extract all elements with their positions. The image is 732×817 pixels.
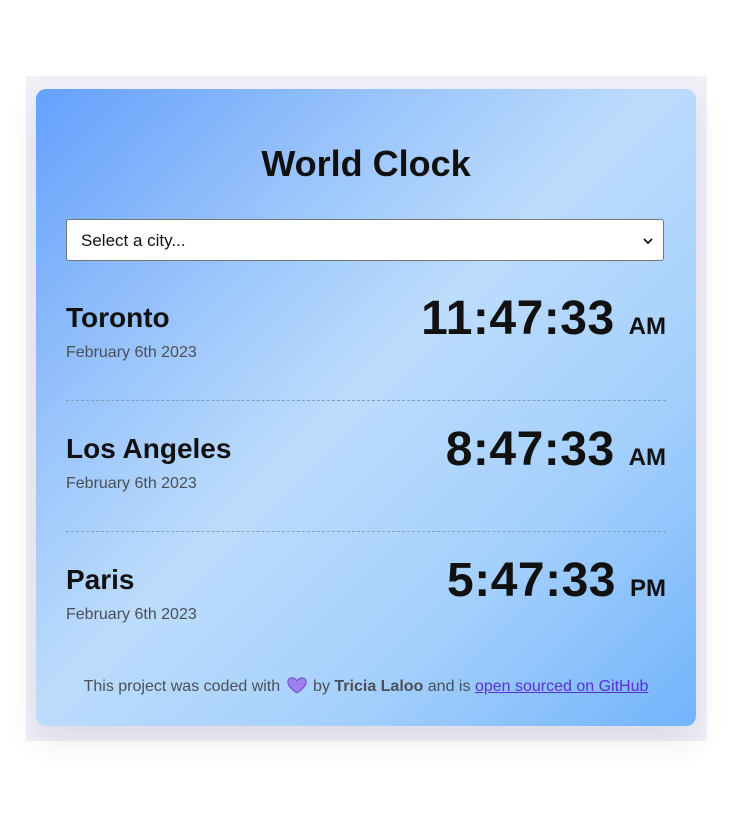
time-value: 5:47:33 (447, 554, 616, 607)
page-backdrop: World Clock Select a city... Toronto Feb… (26, 76, 707, 741)
city-date: February 6th 2023 (66, 606, 197, 623)
time-period: PM (630, 575, 666, 602)
footer-by: by (313, 678, 330, 695)
city-time: 8:47:33 AM (446, 422, 666, 477)
city-row-toronto: Toronto February 6th 2023 11:47:33 AM (66, 269, 666, 401)
footer-prefix: This project was coded with (83, 678, 281, 695)
world-clock-card: World Clock Select a city... Toronto Feb… (36, 89, 696, 726)
city-date: February 6th 2023 (66, 475, 197, 492)
city-time: 11:47:33 AM (421, 291, 666, 346)
city-time: 5:47:33 PM (447, 553, 666, 608)
city-name: Toronto (66, 302, 170, 333)
city-name: Paris (66, 564, 135, 595)
footer-author: Tricia Laloo (334, 678, 424, 695)
time-period: AM (628, 444, 666, 471)
github-link[interactable]: open sourced on GitHub (475, 678, 648, 695)
chevron-down-icon (643, 238, 653, 245)
time-value: 8:47:33 (445, 423, 615, 476)
city-date: February 6th 2023 (66, 344, 197, 361)
footer-middle: and is (427, 678, 471, 695)
city-select[interactable]: Select a city... (66, 219, 664, 261)
footer: This project was coded with by Tricia La… (36, 677, 696, 696)
city-row-paris: Paris February 6th 2023 5:47:33 PM (66, 531, 666, 662)
city-name: Los Angeles (66, 433, 232, 464)
city-row-los-angeles: Los Angeles February 6th 2023 8:47:33 AM (66, 400, 666, 532)
city-select-value: Select a city... (81, 231, 186, 250)
page-title: World Clock (261, 143, 471, 184)
time-value: 11:47:33 (421, 292, 615, 345)
purple-heart-icon (286, 677, 307, 694)
time-period: AM (628, 313, 666, 340)
